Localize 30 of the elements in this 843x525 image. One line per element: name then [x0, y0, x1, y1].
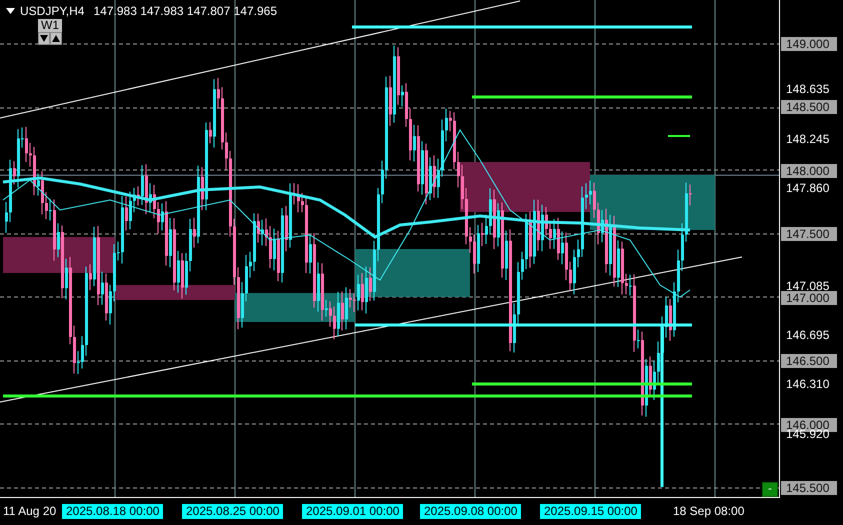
price-axis-label: 148.500	[781, 100, 837, 114]
price-axis-label: 149.000	[781, 37, 837, 51]
price-axis-label: 146.695	[786, 329, 830, 342]
scroll-down-button[interactable]	[38, 32, 50, 45]
dropdown-icon[interactable]	[6, 8, 15, 14]
timeframe-button[interactable]: W1	[38, 19, 62, 32]
chart-quote: 147.983 147.983 147.807 147.965	[93, 3, 277, 19]
price-axis-label: 147.860	[786, 182, 830, 195]
time-axis-label: 2025.09.01 00:00	[302, 504, 404, 519]
price-axis-label: 148.000	[781, 164, 837, 178]
time-axis-label: 2025.09.15 00:00	[540, 504, 642, 519]
scroll-up-button[interactable]	[50, 32, 62, 45]
up-triangle-icon	[52, 35, 60, 42]
collapse-button[interactable]: -	[762, 482, 778, 497]
price-axis-label: 147.000	[781, 290, 837, 305]
price-axis-label: 146.500	[781, 354, 837, 368]
time-axis-label: 2025.08.18 00:00	[62, 504, 164, 519]
down-triangle-icon	[40, 35, 48, 42]
price-axis-label: 148.245	[786, 132, 830, 146]
time-axis-label: 18 Sep 08:00	[673, 504, 744, 519]
price-axis-label: 148.635	[786, 83, 830, 96]
level-line	[668, 135, 690, 137]
price-axis-label: 146.310	[786, 378, 830, 392]
time-axis-label: 2025.09.08 00:00	[420, 504, 522, 519]
price-axis-label: 147.500	[781, 227, 837, 242]
time-axis-label: 2025.08.25 00:00	[182, 504, 284, 519]
price-axis-label: 147.085	[786, 280, 830, 293]
price-axis-label: 145.500	[781, 481, 837, 495]
chart-symbol: USDJPY,H4	[20, 3, 84, 19]
time-axis-label: 11 Aug 20	[3, 504, 56, 519]
